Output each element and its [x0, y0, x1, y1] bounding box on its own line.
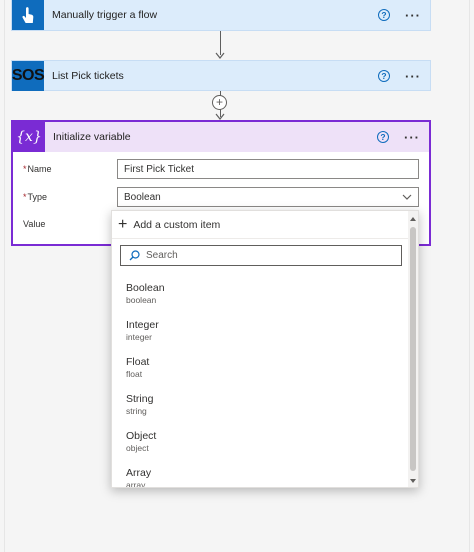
variable-card-header[interactable]: {x} Initialize variable ? ··· [13, 122, 429, 152]
dropdown-option-boolean[interactable]: Boolean boolean [126, 282, 165, 306]
list-card-header[interactable]: SOS List Pick tickets ? ··· [12, 61, 430, 91]
plus-icon: + [118, 216, 128, 233]
search-placeholder: Search [146, 250, 178, 261]
trigger-title: Manually trigger a flow [52, 9, 158, 21]
more-options-icon[interactable]: ··· [404, 9, 422, 22]
trigger-card[interactable]: Manually trigger a flow ? ··· [11, 0, 431, 31]
name-label: *Name [23, 164, 52, 174]
dropdown-scrollbar[interactable] [408, 211, 418, 487]
trigger-card-header[interactable]: Manually trigger a flow ? ··· [12, 0, 430, 30]
name-input[interactable]: First Pick Ticket [117, 159, 419, 179]
help-icon[interactable]: ? [378, 70, 390, 82]
value-label: Value [23, 219, 46, 229]
required-mark: * [23, 192, 27, 202]
type-select[interactable]: Boolean [117, 187, 419, 207]
divider [112, 238, 408, 239]
list-pick-tickets-card[interactable]: SOS List Pick tickets ? ··· [11, 60, 431, 91]
sos-logo-icon: SOS [12, 61, 45, 91]
arrow-down-icon [215, 113, 225, 120]
insert-step-plus-icon[interactable]: + [212, 95, 227, 110]
variable-action-title: Initialize variable [53, 131, 131, 143]
arrow-down-icon [215, 52, 225, 59]
touch-hand-icon [12, 0, 44, 30]
required-mark: * [23, 164, 27, 174]
help-icon[interactable]: ? [378, 9, 390, 21]
dropdown-option-object[interactable]: Object object [126, 430, 156, 454]
dropdown-option-float[interactable]: Float float [126, 356, 149, 380]
search-input[interactable]: Search [120, 245, 402, 266]
list-action-title: List Pick tickets [52, 70, 124, 82]
variable-icon: {x} [13, 122, 45, 152]
search-icon [129, 250, 140, 261]
type-select-value: Boolean [124, 191, 161, 203]
dropdown-option-integer[interactable]: Integer integer [126, 319, 159, 343]
help-icon[interactable]: ? [377, 131, 389, 143]
designer-canvas: Manually trigger a flow ? ··· SOS List P… [4, 0, 470, 552]
chevron-down-icon [402, 194, 412, 200]
more-options-icon[interactable]: ··· [404, 70, 422, 83]
dropdown-option-string[interactable]: String string [126, 393, 153, 417]
scroll-down-icon[interactable] [410, 477, 416, 485]
type-dropdown[interactable]: + Add a custom item Search Boolean boole… [111, 210, 419, 488]
type-label: *Type [23, 192, 48, 202]
name-input-value: First Pick Ticket [124, 163, 195, 175]
dropdown-option-array[interactable]: Array array [126, 467, 151, 487]
more-options-icon[interactable]: ··· [403, 131, 421, 144]
add-custom-item-button[interactable]: + Add a custom item [118, 217, 220, 233]
add-custom-item-label: Add a custom item [133, 219, 221, 231]
scrollbar-thumb[interactable] [410, 227, 416, 471]
scroll-up-icon[interactable] [410, 214, 416, 222]
